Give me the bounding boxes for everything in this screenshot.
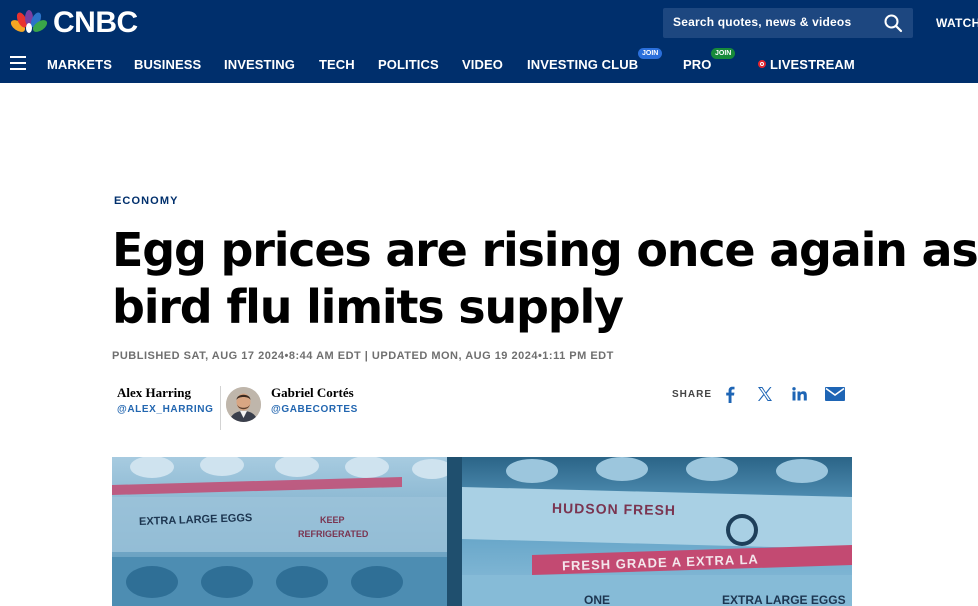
author-name[interactable]: Gabriel Cortés [271,385,358,401]
egg-cartons-photo [112,457,852,606]
author-name[interactable]: Alex Harring [117,385,213,401]
carton-brand: HUDSON FRESH [551,499,677,519]
article-headline: Egg prices are rising once again as bird… [112,222,978,336]
nav-item-investing-club[interactable]: INVESTING CLUB [527,57,638,72]
author-block: Gabriel Cortés @GABECORTES [271,385,358,415]
nav-item-business[interactable]: BUSINESS [134,57,201,72]
nav-item-markets[interactable]: MARKETS [47,57,112,72]
linkedin-icon[interactable] [790,384,810,404]
join-badge[interactable]: JOIN [638,48,663,59]
nav-item-video[interactable]: VIDEO [462,57,503,72]
author-handle[interactable]: @GABECORTES [271,404,358,415]
hamburger-menu-icon[interactable] [10,56,26,70]
search-input[interactable]: Search quotes, news & videos [673,15,851,29]
top-navigation-bar: CNBC Search quotes, news & videos WATCH … [0,0,978,83]
email-icon[interactable] [824,384,846,404]
watch-link[interactable]: WATCH [936,16,978,30]
nav-item-investing[interactable]: INVESTING [224,57,295,72]
carton-label: EXTRA LARGE EGGS [722,593,846,606]
nav-item-tech[interactable]: TECH [319,57,355,72]
section-label[interactable]: ECONOMY [114,195,179,207]
logo-text: CNBC [53,6,138,39]
publish-timestamps: PUBLISHED SAT, AUG 17 2024•8:44 AM EDT |… [112,350,614,362]
nav-item-livestream[interactable]: LIVESTREAM [770,57,855,72]
share-label: SHARE [672,389,713,400]
carton-label: KEEP [320,515,345,525]
avatar[interactable] [226,387,261,422]
search-bar[interactable]: Search quotes, news & videos [663,8,913,38]
facebook-icon[interactable] [722,384,738,404]
cnbc-logo[interactable]: CNBC [9,8,138,38]
peacock-icon [10,10,48,33]
author-block: Alex Harring @ALEX_HARRING [117,385,213,415]
carton-label: REFRIGERATED [298,529,369,539]
nav-item-politics[interactable]: POLITICS [378,57,439,72]
nav-item-pro[interactable]: PRO [683,57,711,72]
author-divider [220,386,221,430]
headline-line: bird flu limits supply [112,280,624,334]
join-badge[interactable]: JOIN [711,48,736,59]
carton-label: ONE [584,593,611,606]
search-icon[interactable] [883,13,903,33]
hero-image[interactable]: EXTRA LARGE EGGS KEEP REFRIGERATED HUDSO… [112,457,852,606]
x-icon[interactable] [755,384,775,404]
author-photo [226,387,261,422]
live-indicator-icon [758,60,766,68]
headline-line: Egg prices are rising once again as [112,223,978,277]
author-handle[interactable]: @ALEX_HARRING [117,404,213,415]
